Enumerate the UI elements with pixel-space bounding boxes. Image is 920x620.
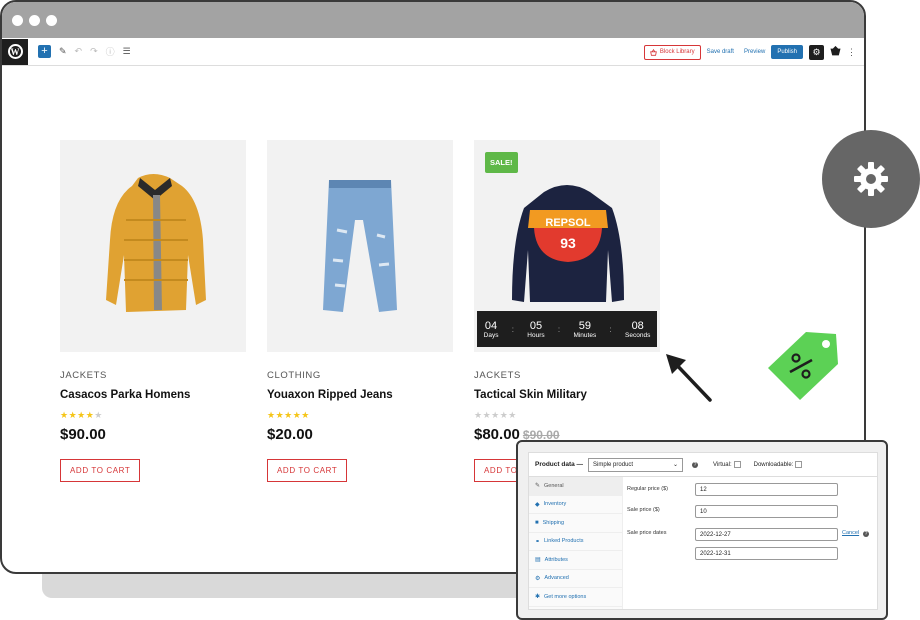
gear-icon [854, 162, 888, 196]
virtual-label: Virtual: [713, 461, 732, 468]
gear-icon: ⚙ [535, 575, 541, 582]
star-rating: ★★★★★ [60, 410, 103, 420]
add-to-cart-button[interactable]: ADD TO CART [267, 459, 348, 482]
add-to-cart-button[interactable]: ADD TO CART [60, 459, 141, 482]
publish-button[interactable]: Publish [771, 45, 803, 59]
countdown-separator: : [609, 324, 612, 334]
countdown-days: 04 Days [483, 319, 499, 339]
product-category: JACKETS [60, 370, 107, 381]
star-rating: ★★★★★ [267, 410, 310, 420]
more-options-icon[interactable]: ⋮ [847, 47, 856, 58]
editor-toolbar: W + ✎ ↶ ↷ ⓘ ☰ Block Library Save draft P… [2, 38, 864, 66]
regular-price-input[interactable]: 12 [695, 483, 838, 496]
info-icon[interactable]: ⓘ [106, 45, 115, 58]
countdown-hours: 05 Hours [527, 319, 545, 339]
jacket-image [106, 174, 206, 312]
product-card: JACKETS Casacos Parka Homens ★★★★★ $90.0… [60, 140, 246, 482]
wordpress-logo[interactable]: W [2, 38, 28, 65]
jeans-image [323, 180, 397, 312]
pointer-arrow-icon [664, 352, 714, 409]
product-data-title: Product data — [535, 461, 584, 468]
product-image[interactable] [60, 140, 246, 352]
sale-price-label: Sale price ($) [627, 507, 660, 513]
product-category: CLOTHING [267, 370, 321, 381]
help-icon[interactable]: ? [863, 531, 869, 537]
tab-inventory[interactable]: ◆ Inventory [529, 496, 622, 514]
basket-icon [650, 48, 657, 56]
window-dot[interactable] [46, 14, 57, 26]
chevron-down-icon: ⌄ [673, 462, 679, 468]
product-data-panel: Product data — Simple product ⌄ ? Virtual… [528, 452, 878, 610]
hoodie-brand-text: REPSOL [545, 217, 591, 229]
wrench-icon: ✎ [535, 483, 541, 490]
product-card: CLOTHING Youaxon Ripped Jeans ★★★★★ $20.… [267, 140, 453, 482]
window-dot[interactable] [29, 14, 40, 26]
product-type-select[interactable]: Simple product ⌄ [588, 457, 684, 472]
countdown-minutes: 59 Minutes [573, 319, 597, 339]
window-dot[interactable] [12, 14, 23, 26]
tab-linked-products[interactable]: ⚭ Linked Products [529, 533, 622, 551]
tab-advanced[interactable]: ⚙ Advanced [529, 570, 622, 588]
virtual-checkbox[interactable] [733, 461, 741, 468]
hoodie-number-text: 93 [560, 235, 576, 251]
settings-icon[interactable]: ⚙ [809, 44, 824, 60]
truck-icon: ■ [535, 519, 539, 526]
window-titlebar [2, 2, 864, 38]
tab-get-more-options[interactable]: ✱ Get more options [529, 588, 622, 607]
countdown-seconds: 08 Seconds [625, 319, 651, 339]
list-view-icon[interactable]: ☰ [123, 46, 131, 57]
sale-price-input[interactable]: 10 [695, 505, 838, 518]
product-image[interactable] [267, 140, 453, 352]
sale-date-to-input[interactable]: 2022-12-31 [695, 547, 838, 560]
cancel-link[interactable]: Cancel [842, 530, 859, 536]
wordpress-icon: W [7, 44, 23, 59]
regular-price-label: Regular price ($) [627, 486, 668, 492]
add-block-button[interactable]: + [38, 45, 51, 58]
product-card: SALE! REPSOL 93 04 Days : 05 Hours : 59 Min… [474, 140, 660, 482]
preview-button[interactable]: Preview [744, 49, 765, 55]
product-name[interactable]: Youaxon Ripped Jeans [267, 389, 453, 401]
list-icon: ▤ [535, 557, 541, 564]
plugin-icon: ✱ [535, 594, 541, 601]
redo-icon[interactable]: ↷ [90, 46, 98, 57]
block-library-label: Block Library [659, 49, 695, 55]
product-image[interactable]: SALE! REPSOL 93 04 Days : 05 Hours : 59 Min… [474, 140, 660, 352]
inventory-icon: ◆ [535, 501, 540, 508]
general-fields: Regular price ($) 12 Sale price ($) 10 S… [627, 477, 877, 609]
sale-dates-label: Sale price dates [627, 530, 667, 536]
product-data-tabs: ✎ General ◆ Inventory ■ Shipping ⚭ Linked Pr… [529, 477, 623, 609]
tab-shipping[interactable]: ■ Shipping [529, 514, 622, 533]
countdown-timer: 04 Days : 05 Hours : 59 Minutes : 08 Seconds [477, 311, 657, 347]
tab-attributes[interactable]: ▤ Attributes [529, 551, 622, 570]
block-library-button[interactable]: Block Library [643, 44, 701, 60]
product-data-header: Product data — Simple product ⌄ ? Virtual… [529, 453, 877, 477]
countdown-separator: : [511, 324, 514, 334]
product-name[interactable]: Tactical Skin Military [474, 389, 660, 401]
sale-date-from-input[interactable]: 2022-12-27 [695, 528, 838, 541]
sale-badge: SALE! [485, 152, 518, 173]
product-data-window: Product data — Simple product ⌄ ? Virtual… [516, 440, 888, 620]
save-draft-button[interactable]: Save draft [707, 49, 734, 55]
discount-tag-icon [766, 330, 840, 407]
help-icon[interactable]: ? [692, 461, 699, 468]
product-price: $90.00 [60, 426, 106, 443]
tab-general[interactable]: ✎ General [529, 477, 622, 496]
star-rating: ★★★★★ [474, 410, 517, 420]
cart-icon[interactable] [830, 45, 841, 59]
product-price: $20.00 [267, 426, 313, 443]
downloadable-label: Downloadable: [753, 461, 794, 468]
product-name[interactable]: Casacos Parka Homens [60, 389, 246, 401]
downloadable-checkbox[interactable] [795, 461, 803, 468]
countdown-separator: : [557, 324, 561, 334]
undo-icon[interactable]: ↶ [75, 46, 83, 57]
product-category: JACKETS [474, 370, 521, 381]
pencil-icon[interactable]: ✎ [59, 46, 67, 57]
link-icon: ⚭ [535, 538, 541, 545]
settings-badge [822, 130, 920, 228]
